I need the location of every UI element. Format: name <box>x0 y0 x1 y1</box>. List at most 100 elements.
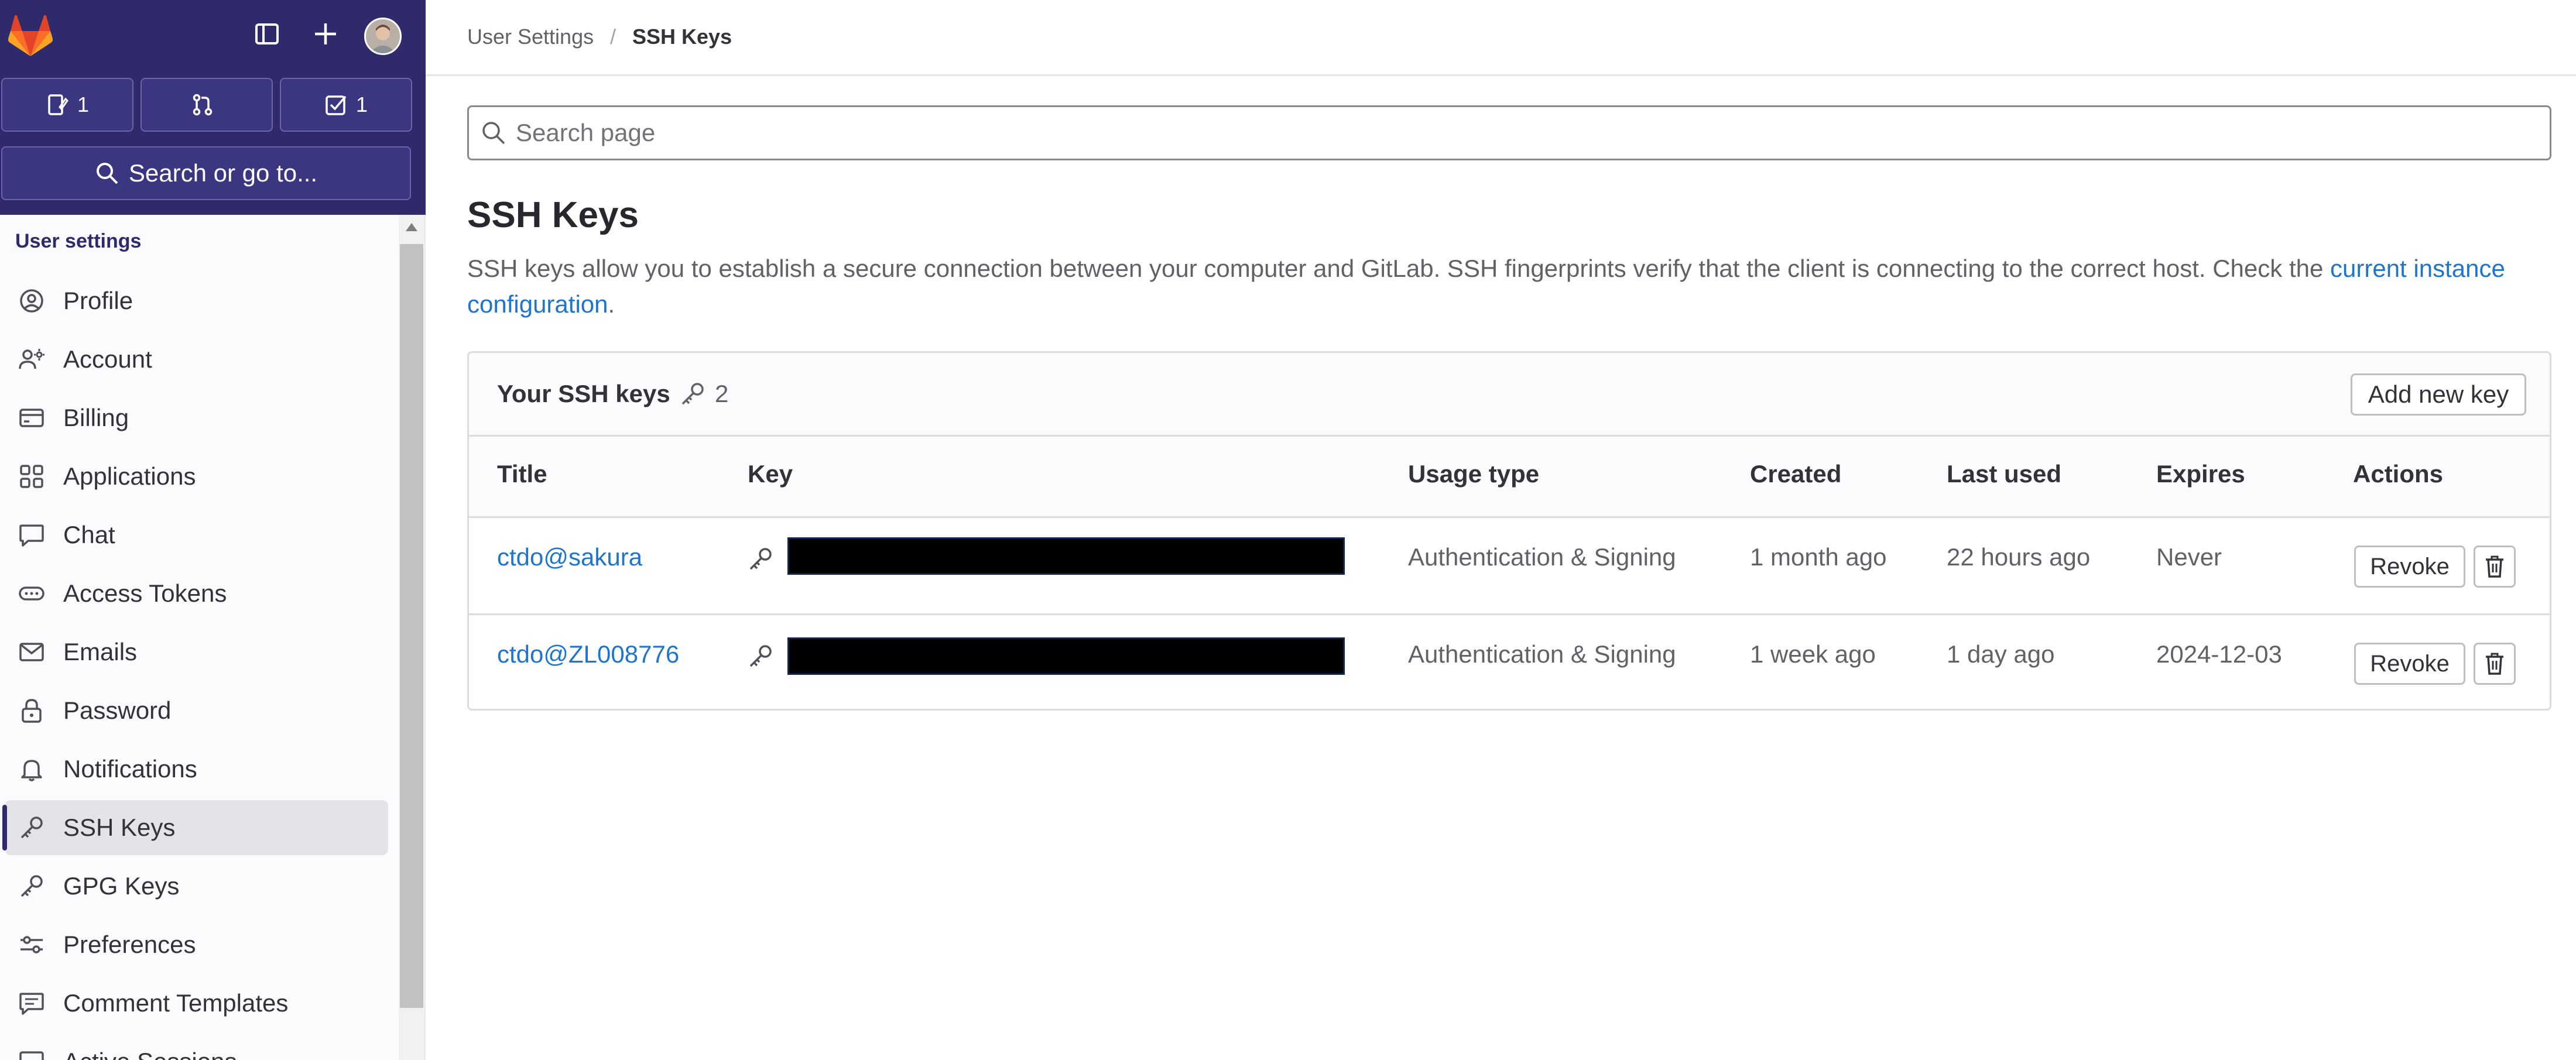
sidebar-item-label: Profile <box>63 287 133 314</box>
merge-request-icon <box>191 93 214 116</box>
sidebar-item-account[interactable]: Account <box>5 332 388 387</box>
usage-type-cell: Authentication & Signing <box>1408 640 1676 668</box>
search-or-go-button[interactable]: Search or go to... <box>1 146 411 200</box>
sidebar-item-billing[interactable]: Billing <box>5 390 388 445</box>
usage-type-cell: Authentication & Signing <box>1408 543 1676 571</box>
sidebar-item-chat[interactable]: Chat <box>5 507 388 562</box>
key-title-link[interactable]: ctdo@ZL008776 <box>497 640 679 668</box>
revoke-button[interactable]: Revoke <box>2354 643 2465 685</box>
column-header-expires: Expires <box>2156 460 2245 488</box>
breadcrumb-current: SSH Keys <box>632 25 732 49</box>
breadcrumb-parent[interactable]: User Settings <box>467 25 594 49</box>
issues-button[interactable]: 1 <box>1 78 133 132</box>
issues-count: 1 <box>77 92 90 116</box>
sidebar-item-label: Active Sessions <box>63 1048 237 1060</box>
sidebar-item-ssh-keys[interactable]: SSH Keys <box>2 800 388 855</box>
applications-icon <box>16 461 47 492</box>
account-icon <box>16 344 47 375</box>
last-used-cell: 22 hours ago <box>1947 543 2091 571</box>
keys-count: 2 <box>715 380 729 407</box>
todo-icon <box>324 93 348 116</box>
sidebar-toggle-icon[interactable] <box>251 18 283 50</box>
scroll-up-arrow-icon[interactable] <box>406 223 417 231</box>
key-title-link[interactable]: ctdo@sakura <box>497 543 642 571</box>
merge-requests-button[interactable] <box>141 78 273 132</box>
column-header-title: Title <box>497 460 547 488</box>
sidebar-item-label: Applications <box>63 462 196 490</box>
comment-icon <box>16 520 47 550</box>
key-icon <box>748 643 773 669</box>
description-text: SSH keys allow you to establish a secure… <box>467 255 2324 282</box>
key-icon <box>748 546 773 572</box>
expires-cell: 2024-12-03 <box>2156 640 2282 668</box>
sidebar-item-access-tokens[interactable]: Access Tokens <box>5 566 388 621</box>
search-icon <box>95 161 119 186</box>
top-bar <box>426 0 2576 76</box>
key-icon <box>16 812 47 843</box>
table-row: ctdo@sakura Authentication & Signing 1 m… <box>469 518 2550 615</box>
expires-cell: Never <box>2156 543 2222 571</box>
table-row: ctdo@ZL008776 Authentication & Signing 1… <box>469 615 2550 712</box>
page-title: SSH Keys <box>467 195 639 235</box>
search-or-go-label: Search or go to... <box>128 159 318 187</box>
trash-icon <box>2484 652 2505 675</box>
sidebar-item-password[interactable]: Password <box>5 683 388 738</box>
sidebar-item-applications[interactable]: Applications <box>5 449 388 504</box>
sidebar-item-comment-templates[interactable]: Comment Templates <box>5 976 388 1031</box>
sidebar-item-emails[interactable]: Emails <box>5 625 388 680</box>
delete-key-button[interactable] <box>2474 546 2516 588</box>
sidebar-item-label: Chat <box>63 521 115 548</box>
sidebar-item-label: Account <box>63 345 152 373</box>
trash-icon <box>2484 555 2505 578</box>
search-page-field[interactable] <box>467 105 2551 160</box>
sidebar-item-notifications[interactable]: Notifications <box>5 742 388 797</box>
todos-button[interactable]: 1 <box>280 78 412 132</box>
bell-icon <box>16 754 47 784</box>
column-header-key: Key <box>748 460 793 488</box>
page-description: SSH keys allow you to establish a secure… <box>467 251 2551 322</box>
scroll-thumb[interactable] <box>400 244 423 1008</box>
todos-count: 1 <box>355 92 368 116</box>
sidebar-item-label: Emails <box>63 638 138 665</box>
settings-nav: User settings Profile Account Billing Ap… <box>0 215 398 1060</box>
sidebar-item-label: Password <box>63 697 172 724</box>
last-used-cell: 1 day ago <box>1947 640 2055 668</box>
lock-icon <box>16 695 47 726</box>
sidebar-item-label: Access Tokens <box>63 579 227 607</box>
sidebar-item-profile[interactable]: Profile <box>5 273 388 328</box>
card-title: Your SSH keys <box>497 380 670 407</box>
sidebar-item-active-sessions[interactable]: Active Sessions <box>5 1034 388 1060</box>
avatar[interactable] <box>364 18 402 55</box>
token-icon <box>16 578 47 609</box>
sidebar-item-label: Billing <box>63 404 129 431</box>
sidebar-item-preferences[interactable]: Preferences <box>5 917 388 972</box>
sidebar-scrollbar[interactable] <box>399 215 424 1060</box>
credit-card-icon <box>16 403 47 433</box>
revoke-button[interactable]: Revoke <box>2354 546 2465 588</box>
breadcrumb-separator: / <box>610 25 616 49</box>
column-header-usage-type: Usage type <box>1408 460 1540 488</box>
column-header-last-used: Last used <box>1947 460 2062 488</box>
redacted-key-fingerprint <box>787 637 1345 675</box>
created-cell: 1 month ago <box>1750 543 1887 571</box>
delete-key-button[interactable] <box>2474 643 2516 685</box>
sidebar-item-gpg-keys[interactable]: GPG Keys <box>5 859 388 914</box>
mail-icon <box>16 637 47 667</box>
preferences-icon <box>16 929 47 960</box>
plus-icon[interactable] <box>309 18 342 50</box>
nav-heading: User settings <box>15 230 142 252</box>
created-cell: 1 week ago <box>1750 640 1876 668</box>
sidebar-item-label: SSH Keys <box>63 814 176 841</box>
gitlab-logo[interactable] <box>8 15 53 57</box>
table-header: Title Key Usage type Created Last used E… <box>469 437 2550 518</box>
card-header: Your SSH keys 2 Add new key <box>469 353 2550 437</box>
search-icon <box>481 120 506 146</box>
search-page-input[interactable] <box>515 118 2508 147</box>
sidebar-item-label: Preferences <box>63 931 196 958</box>
sidebar: 1 1 Search or go to... User settings Pro… <box>0 0 426 1060</box>
issues-icon <box>46 93 69 116</box>
monitor-icon <box>16 1047 47 1060</box>
add-new-key-button[interactable]: Add new key <box>2351 373 2526 416</box>
column-header-actions: Actions <box>2353 460 2444 488</box>
sidebar-item-label: Comment Templates <box>63 989 289 1017</box>
